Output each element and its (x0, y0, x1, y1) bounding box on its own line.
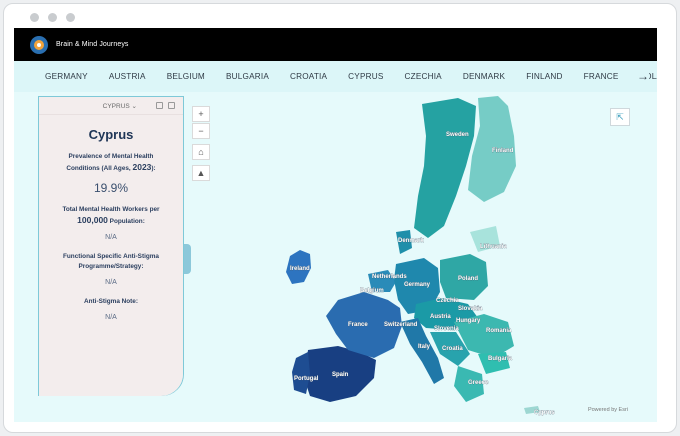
prevalence-year: 2023 (132, 162, 152, 172)
window-dot[interactable] (30, 13, 39, 22)
zoom-out-button[interactable]: − (192, 123, 210, 139)
compass-icon[interactable]: ▲ (192, 165, 210, 181)
label-italy: Italy (418, 344, 431, 350)
label-croatia: Croatia (442, 346, 463, 352)
tab-finland[interactable]: FINLAND (526, 72, 562, 81)
programme-value: N/A (105, 279, 117, 286)
tab-denmark[interactable]: DENMARK (463, 72, 505, 81)
programme-label: Functional Specific Anti-Stigma Programm… (63, 253, 159, 270)
prevalence-label: Prevalence of Mental Health Conditions (… (39, 152, 183, 174)
country-tabs-bar: GERMANY AUSTRIA BELGIUM BULGARIA CROATIA CYPR… (14, 61, 657, 92)
home-icon[interactable]: ⌂ (192, 144, 210, 160)
open-external-icon[interactable]: ⇱ (610, 108, 630, 126)
note-value: N/A (105, 314, 117, 321)
label-greece: Greece (468, 380, 489, 386)
workers-label-1: Total Mental Health Workers per (62, 206, 160, 213)
label-austria: Austria (430, 314, 451, 320)
label-slovakia: Slovakia (458, 306, 483, 312)
tab-austria[interactable]: AUSTRIA (109, 72, 146, 81)
label-slovenia: Slovenia (434, 326, 459, 332)
label-hungary: Hungary (456, 318, 481, 324)
country-info-panel: CYPRUS ⌄ Cyprus Prevalence of Mental Hea… (38, 96, 184, 396)
attribution: Powered by Esri (587, 407, 628, 413)
expand-icon[interactable] (156, 102, 163, 109)
app-header: Brain & Mind Journeys (14, 28, 657, 61)
tab-bulgaria[interactable]: BULGARIA (226, 72, 269, 81)
label-sweden: Sweden (446, 132, 469, 138)
prevalence-label-3: ): (151, 165, 156, 172)
note-label: Anti-Stigma Note: (84, 298, 138, 305)
label-portugal: Portugal (294, 376, 319, 382)
label-bulgaria: Bulgaria (488, 356, 513, 362)
workers-value: N/A (105, 234, 117, 241)
label-czechia: Czechia (436, 298, 459, 304)
window-dot[interactable] (66, 13, 75, 22)
label-romania: Romania (486, 328, 512, 334)
label-spain: Spain (332, 372, 349, 378)
map-controls: + − ⌂ ▲ (192, 106, 210, 182)
tab-czechia[interactable]: CZECHIA (405, 72, 442, 81)
window-dot[interactable] (48, 13, 57, 22)
panel-header: CYPRUS ⌄ (39, 97, 183, 115)
label-poland: Poland (458, 276, 478, 282)
country-selector[interactable]: CYPRUS ⌄ (103, 102, 137, 110)
grid-icon[interactable] (168, 102, 175, 109)
label-finland: Finland (492, 148, 514, 154)
label-switzerland: Switzerland (384, 322, 418, 328)
prevalence-value: 19.9% (93, 181, 129, 195)
app-title: Brain & Mind Journeys (56, 41, 129, 48)
workers-label-2: Population: (107, 218, 145, 225)
label-lithuania: Lithuania (480, 244, 507, 250)
tab-cyprus[interactable]: CYPRUS (348, 72, 383, 81)
panel-body: Cyprus Prevalence of Mental Health Condi… (39, 115, 183, 396)
label-belgium: Belgium (360, 288, 384, 294)
brain-logo-icon[interactable] (30, 35, 48, 54)
country-tabs: GERMANY AUSTRIA BELGIUM BULGARIA CROATIA CYPR… (45, 72, 657, 81)
label-denmark: Denmark (398, 238, 424, 244)
main-content: Sweden Finland Denmark Lithuania Ireland Neth… (14, 92, 657, 422)
arrow-right-icon[interactable]: → (633, 69, 649, 83)
label-france: France (348, 322, 368, 328)
prevalence-label-2: Conditions (All Ages, (66, 165, 133, 172)
country-title: Cyprus (88, 127, 134, 142)
window-controls (30, 13, 75, 22)
zoom-in-button[interactable]: + (192, 106, 210, 122)
prevalence-label-1: Prevalence of Mental Health (68, 153, 154, 160)
tab-france[interactable]: FRANCE (584, 72, 619, 81)
label-ireland: Ireland (290, 266, 310, 272)
tab-germany[interactable]: GERMANY (45, 72, 88, 81)
label-germany: Germany (404, 282, 431, 288)
workers-label: Total Mental Health Workers per 100,000 … (39, 205, 183, 227)
map-view[interactable]: Sweden Finland Denmark Lithuania Ireland Neth… (38, 96, 634, 416)
tab-belgium[interactable]: BELGIUM (167, 72, 205, 81)
panel-collapse-handle[interactable] (184, 244, 191, 274)
region-sweden[interactable] (414, 98, 476, 238)
workers-big: 100,000 (77, 215, 108, 225)
label-netherlands: Netherlands (372, 274, 407, 280)
tab-croatia[interactable]: CROATIA (290, 72, 327, 81)
label-cyprus: Cyprus (534, 410, 555, 416)
